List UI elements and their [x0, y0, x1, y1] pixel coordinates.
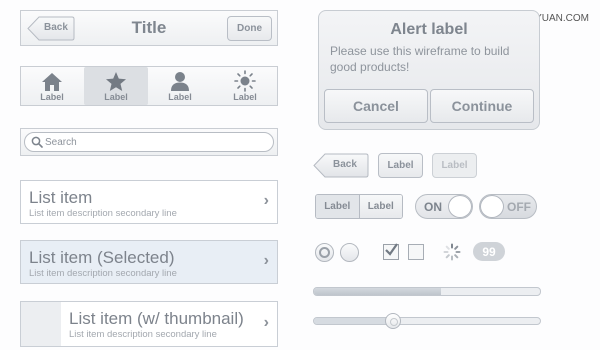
checkmark-icon — [385, 243, 398, 256]
star-icon — [106, 72, 126, 91]
toggle-off-label: OFF — [507, 200, 531, 214]
tab-person-label: Label — [168, 92, 192, 102]
toggle-off-knob — [480, 195, 504, 218]
list-item-title: List item (w/ thumbnail) — [69, 309, 244, 328]
segment-left[interactable]: Label — [316, 195, 360, 218]
alert-title: Alert label — [390, 21, 468, 38]
radio-selected[interactable] — [315, 243, 334, 262]
alert-dialog: Alert label Please use this wireframe to… — [318, 10, 540, 130]
tab-sun-label: Label — [233, 92, 257, 102]
chevron-right-icon: › — [263, 314, 269, 331]
checkbox-checked[interactable] — [383, 243, 399, 260]
list-item[interactable]: List item List item description secondar… — [20, 180, 278, 224]
label-button[interactable]: Label — [378, 153, 423, 178]
list-item-title: List item — [29, 188, 93, 207]
alert-continue-button[interactable]: Continue — [430, 89, 534, 123]
search-icon — [31, 136, 43, 148]
list-item-title: List item (Selected) — [29, 248, 175, 267]
nav-bar: Back Title Done — [20, 10, 278, 46]
chevron-right-icon: › — [263, 192, 269, 209]
toggle-off[interactable]: OFF — [479, 194, 537, 219]
radio-unselected[interactable] — [340, 243, 359, 262]
alert-message: Please use this wireframe to build good … — [330, 44, 510, 74]
slider-fill — [314, 318, 394, 324]
slider-track — [313, 317, 541, 325]
toggle-on[interactable]: ON — [415, 194, 473, 219]
toggle-on-knob — [448, 195, 472, 218]
list-item-subtitle: List item description secondary line — [69, 329, 217, 340]
list-item-subtitle: List item description secondary line — [29, 268, 177, 279]
segmented-control: Label Label — [315, 194, 403, 219]
tab-sun[interactable]: Label — [212, 67, 278, 105]
chevron-right-icon: › — [263, 252, 269, 269]
segment-right[interactable]: Label — [359, 195, 402, 218]
person-icon — [171, 72, 189, 91]
slider[interactable] — [313, 312, 541, 330]
thumbnail — [21, 302, 61, 346]
list-item-thumbnail[interactable]: List item (w/ thumbnail) List item descr… — [20, 301, 278, 347]
alert-cancel-button[interactable]: Cancel — [324, 89, 428, 123]
progress-bar — [313, 287, 541, 296]
badge: 99 — [473, 242, 505, 261]
tab-star[interactable]: Label — [84, 67, 148, 105]
spinner-icon — [443, 243, 461, 261]
search-input[interactable]: Search — [24, 132, 274, 152]
home-icon — [42, 73, 62, 91]
toggle-on-label: ON — [424, 200, 442, 214]
label-button-disabled[interactable]: Label — [432, 153, 477, 178]
nav-done-button[interactable]: Done — [227, 16, 272, 41]
back-label: Back — [333, 159, 357, 170]
progress-fill — [314, 288, 441, 295]
checkbox-unchecked[interactable] — [408, 244, 424, 260]
list-item-selected[interactable]: List item (Selected) List item descripti… — [20, 240, 278, 284]
slider-thumb[interactable] — [384, 313, 401, 329]
tab-star-label: Label — [104, 92, 128, 102]
tab-home-label: Label — [40, 92, 64, 102]
back-button[interactable]: Back — [313, 153, 369, 178]
tab-home[interactable]: Label — [20, 67, 84, 105]
sun-icon — [234, 70, 256, 92]
search-placeholder: Search — [45, 137, 77, 148]
tab-person[interactable]: Label — [148, 67, 212, 105]
list-item-subtitle: List item description secondary line — [29, 208, 177, 219]
